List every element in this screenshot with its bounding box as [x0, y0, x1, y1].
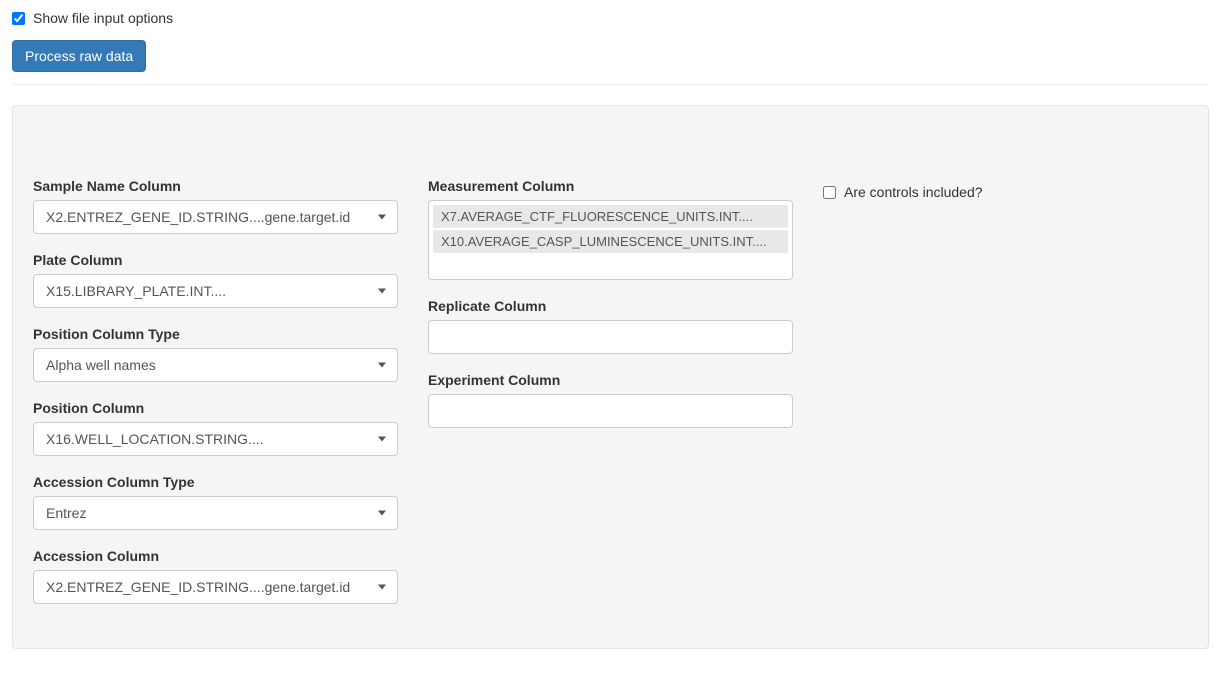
column-left: Sample Name Column X2.ENTREZ_GENE_ID.STR… — [33, 178, 398, 622]
experiment-label: Experiment Column — [428, 372, 793, 388]
plate-value: X15.LIBRARY_PLATE.INT.... — [33, 274, 398, 308]
position-type-group: Position Column Type Alpha well names — [33, 326, 398, 382]
experiment-input[interactable] — [428, 394, 793, 428]
controls-included-label: Are controls included? — [844, 184, 983, 200]
controls-included-container[interactable]: Are controls included? — [823, 184, 1188, 200]
position-type-label: Position Column Type — [33, 326, 398, 342]
experiment-group: Experiment Column — [428, 372, 793, 428]
section-divider — [12, 84, 1209, 85]
top-row: Show file input options — [12, 10, 1209, 26]
sample-name-label: Sample Name Column — [33, 178, 398, 194]
measurement-multiselect[interactable]: X7.AVERAGE_CTF_FLUORESCENCE_UNITS.INT...… — [428, 200, 793, 280]
position-select[interactable]: X16.WELL_LOCATION.STRING.... — [33, 422, 398, 456]
show-file-input-label: Show file input options — [33, 10, 173, 26]
column-right: Are controls included? — [823, 178, 1188, 622]
options-panel: Sample Name Column X2.ENTREZ_GENE_ID.STR… — [12, 105, 1209, 649]
replicate-group: Replicate Column — [428, 298, 793, 354]
accession-type-select[interactable]: Entrez — [33, 496, 398, 530]
replicate-input[interactable] — [428, 320, 793, 354]
measurement-option-2[interactable]: X10.AVERAGE_CASP_LUMINESCENCE_UNITS.INT.… — [433, 230, 788, 253]
show-file-input-checkbox[interactable] — [12, 12, 25, 25]
accession-type-value: Entrez — [33, 496, 398, 530]
show-file-input-checkbox-container[interactable]: Show file input options — [12, 10, 173, 26]
position-type-value: Alpha well names — [33, 348, 398, 382]
columns-container: Sample Name Column X2.ENTREZ_GENE_ID.STR… — [33, 178, 1188, 622]
accession-group: Accession Column X2.ENTREZ_GENE_ID.STRIN… — [33, 548, 398, 604]
measurement-label: Measurement Column — [428, 178, 793, 194]
measurement-option-1[interactable]: X7.AVERAGE_CTF_FLUORESCENCE_UNITS.INT...… — [433, 205, 788, 228]
position-group: Position Column X16.WELL_LOCATION.STRING… — [33, 400, 398, 456]
plate-label: Plate Column — [33, 252, 398, 268]
process-raw-data-button[interactable]: Process raw data — [12, 40, 146, 72]
sample-name-select[interactable]: X2.ENTREZ_GENE_ID.STRING....gene.target.… — [33, 200, 398, 234]
measurement-group: Measurement Column X7.AVERAGE_CTF_FLUORE… — [428, 178, 793, 280]
accession-type-group: Accession Column Type Entrez — [33, 474, 398, 530]
accession-type-label: Accession Column Type — [33, 474, 398, 490]
sample-name-group: Sample Name Column X2.ENTREZ_GENE_ID.STR… — [33, 178, 398, 234]
position-type-select[interactable]: Alpha well names — [33, 348, 398, 382]
accession-value: X2.ENTREZ_GENE_ID.STRING....gene.target.… — [33, 570, 398, 604]
accession-label: Accession Column — [33, 548, 398, 564]
sample-name-value: X2.ENTREZ_GENE_ID.STRING....gene.target.… — [33, 200, 398, 234]
replicate-label: Replicate Column — [428, 298, 793, 314]
plate-group: Plate Column X15.LIBRARY_PLATE.INT.... — [33, 252, 398, 308]
plate-select[interactable]: X15.LIBRARY_PLATE.INT.... — [33, 274, 398, 308]
position-label: Position Column — [33, 400, 398, 416]
position-value: X16.WELL_LOCATION.STRING.... — [33, 422, 398, 456]
column-middle: Measurement Column X7.AVERAGE_CTF_FLUORE… — [428, 178, 793, 622]
controls-included-checkbox[interactable] — [823, 186, 836, 199]
accession-select[interactable]: X2.ENTREZ_GENE_ID.STRING....gene.target.… — [33, 570, 398, 604]
